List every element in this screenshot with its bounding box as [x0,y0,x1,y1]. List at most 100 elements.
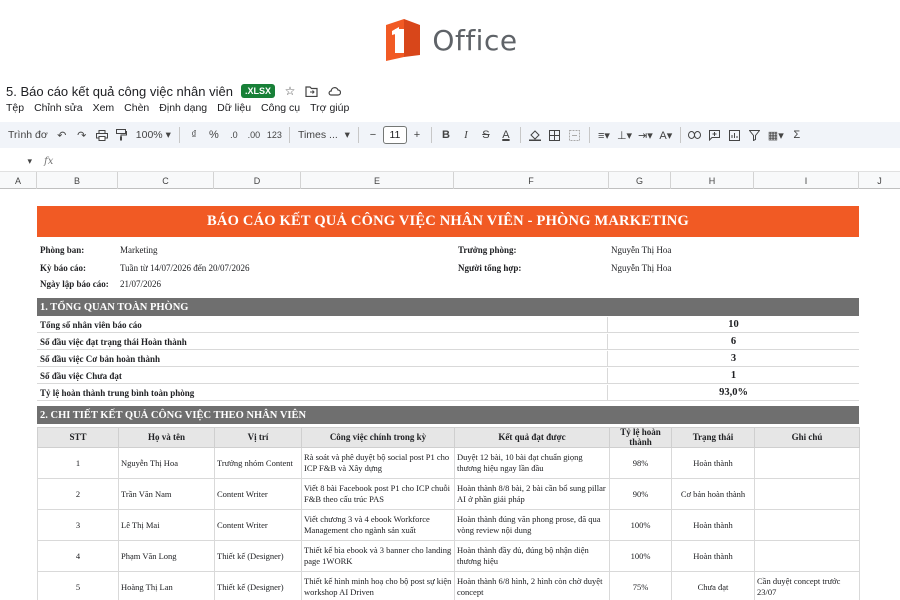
cell-note[interactable] [754,509,860,541]
filter-views-icon[interactable]: ▦▾ [765,124,787,146]
bold-icon[interactable]: B [436,124,456,146]
header-stt[interactable]: STT [37,427,119,448]
cell-stt[interactable]: 5 [37,571,119,600]
cell-stt[interactable]: 3 [37,509,119,541]
header-notes[interactable]: Ghi chú [754,427,860,448]
cell-task[interactable]: Viết 8 bài Facebook post P1 cho ICP chuỗ… [301,478,455,510]
menu-view[interactable]: Xem [93,102,115,114]
decrease-decimal-button[interactable]: .0 [224,124,244,146]
insert-link-icon[interactable] [685,124,705,146]
borders-icon[interactable] [545,124,565,146]
undo-icon[interactable]: ↶ [52,124,72,146]
vertical-align-icon[interactable]: ⊥▾ [614,124,635,146]
header-main-tasks[interactable]: Công việc chính trong kỳ [301,427,455,448]
cell-position[interactable]: Thiết kế (Designer) [214,571,302,600]
overview-row[interactable]: Số đầu việc Chưa đạt 1 [37,368,859,384]
cell-rate[interactable]: 98% [609,447,672,479]
column-header-i[interactable]: I [754,172,859,189]
cell-note[interactable]: Cần duyệt concept trước 23/07 [754,571,860,600]
cell-position[interactable]: Trưởng nhóm Content [214,447,302,479]
currency-format-button[interactable]: ₫ [184,124,204,146]
insert-comment-icon[interactable] [705,124,725,146]
cell-rate[interactable]: 90% [609,478,672,510]
cell-name[interactable]: Hoàng Thị Lan [118,571,215,600]
font-size-increase-button[interactable]: + [407,124,427,146]
overview-section-title[interactable]: 1. TỔNG QUAN TOÀN PHÒNG [37,298,859,316]
header-completion-rate[interactable]: Tỷ lệ hoàn thành [609,427,672,448]
cell-stt[interactable]: 1 [37,447,119,479]
report-date-value[interactable]: 21/07/2026 [120,279,161,289]
cell-position[interactable]: Content Writer [214,478,302,510]
text-rotation-icon[interactable]: A▾ [656,124,676,146]
column-header-h[interactable]: H [671,172,754,189]
font-size-decrease-button[interactable]: − [363,124,383,146]
department-value[interactable]: Marketing [120,245,158,255]
number-format-button[interactable]: 123 [264,124,285,146]
column-header-f[interactable]: F [454,172,609,189]
column-header-e[interactable]: E [301,172,454,189]
column-header-b[interactable]: B [37,172,118,189]
head-of-dept-value[interactable]: Nguyễn Thị Hoa [611,245,671,255]
cell-position[interactable]: Thiết kế (Designer) [214,540,302,572]
overview-row[interactable]: Tỷ lệ hoàn thành trung bình toàn phòng 9… [37,385,859,401]
cloud-status-icon[interactable] [327,84,341,98]
filter-icon[interactable] [745,124,765,146]
period-label[interactable]: Kỳ báo cáo: [40,263,86,273]
paint-format-icon[interactable] [112,124,132,146]
redo-icon[interactable]: ↷ [72,124,92,146]
cell-note[interactable] [754,478,860,510]
menu-help[interactable]: Trợ giúp [310,102,349,114]
increase-decimal-button[interactable]: .00 [244,124,264,146]
column-header-d[interactable]: D [214,172,301,189]
cell-rate[interactable]: 100% [609,540,672,572]
cell-note[interactable] [754,540,860,572]
cell-stt[interactable]: 4 [37,540,119,572]
strikethrough-icon[interactable]: S [476,124,496,146]
formula-input[interactable] [53,152,900,171]
sheet-grid[interactable]: BÁO CÁO KẾT QUẢ CÔNG VIỆC NHÂN VIÊN - PH… [0,189,900,600]
cell-status[interactable]: Hoàn thành [671,540,755,572]
cell-status[interactable]: Hoàn thành [671,447,755,479]
detail-section-title[interactable]: 2. CHI TIẾT KẾT QUẢ CÔNG VIỆC THEO NHÂN … [37,406,859,424]
menu-file[interactable]: Tệp [6,102,24,114]
column-header-g[interactable]: G [609,172,671,189]
cell-status[interactable]: Hoàn thành [671,509,755,541]
menus-toggle[interactable]: Trình đơ [4,124,52,146]
cell-rate[interactable]: 75% [609,571,672,600]
column-header-a[interactable]: A [0,172,37,189]
compiler-value[interactable]: Nguyễn Thị Hoa [611,263,671,273]
menu-insert[interactable]: Chèn [124,102,149,114]
cell-position[interactable]: Content Writer [214,509,302,541]
cell-name[interactable]: Lê Thị Mai [118,509,215,541]
document-title[interactable]: 5. Báo cáo kết quả công việc nhân viên [6,84,233,99]
overview-row[interactable]: Số đầu việc Cơ bản hoàn thành 3 [37,351,859,367]
functions-icon[interactable]: Σ [787,124,807,146]
header-status[interactable]: Trạng thái [671,427,755,448]
cell-rate[interactable]: 100% [609,509,672,541]
cell-result[interactable]: Hoàn thành 8/8 bài, 2 bài cần bổ sung pi… [454,478,610,510]
cell-name[interactable]: Trần Văn Nam [118,478,215,510]
cell-task[interactable]: Rà soát và phê duyệt bộ social post P1 c… [301,447,455,479]
print-icon[interactable] [92,124,112,146]
star-icon[interactable]: ☆ [283,84,297,98]
merge-cells-icon[interactable] [565,124,585,146]
compiler-label[interactable]: Người tổng hợp: [458,263,521,273]
cell-task[interactable]: Viết chương 3 và 4 ebook Workforce Manag… [301,509,455,541]
zoom-select[interactable]: 100% ▾ [132,124,175,146]
font-select[interactable]: Times ... ▾ [294,124,354,146]
header-position[interactable]: Vị trí [214,427,302,448]
menu-format[interactable]: Định dạng [159,102,207,114]
cell-name[interactable]: Phạm Văn Long [118,540,215,572]
report-title[interactable]: BÁO CÁO KẾT QUẢ CÔNG VIỆC NHÂN VIÊN - PH… [37,206,859,237]
department-label[interactable]: Phòng ban: [40,245,84,255]
text-color-icon[interactable]: A [496,124,516,146]
report-date-label[interactable]: Ngày lập báo cáo: [40,279,109,289]
font-size-input[interactable]: 11 [382,126,407,144]
cell-result[interactable]: Duyệt 12 bài, 10 bài đạt chuẩn giọng thư… [454,447,610,479]
fill-color-icon[interactable] [525,124,545,146]
menu-edit[interactable]: Chỉnh sửa [34,102,82,114]
cell-status[interactable]: Cơ bản hoàn thành [671,478,755,510]
cell-note[interactable] [754,447,860,479]
percent-format-button[interactable]: % [204,124,224,146]
header-name[interactable]: Họ và tên [118,427,215,448]
